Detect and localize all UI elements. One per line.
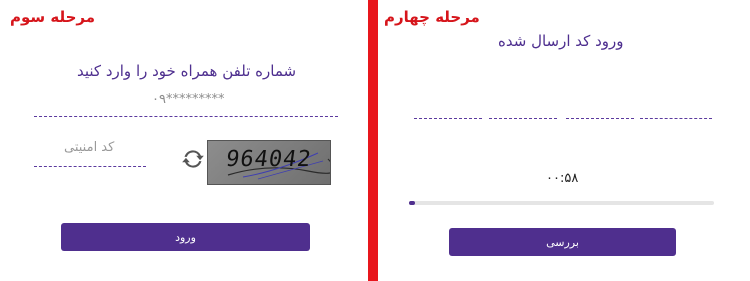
captcha-image: 964042	[207, 140, 331, 185]
code-field-1[interactable]	[414, 118, 482, 119]
countdown-timer: ۰۰:۵۸	[546, 171, 579, 186]
captcha-input[interactable]: کد امنیتی	[64, 140, 114, 155]
code-prompt: ورود کد ارسال شده	[498, 32, 624, 50]
phone-prompt: شماره تلفن همراه خود را وارد کنید	[77, 62, 297, 80]
login-button[interactable]: ورود	[61, 223, 310, 251]
code-field-4[interactable]	[640, 118, 712, 119]
panel-divider	[368, 0, 378, 281]
code-field-2[interactable]	[489, 118, 557, 119]
countdown-progress-fill	[409, 201, 416, 205]
step-three-panel: مرحله سوم شماره تلفن همراه خود را وارد ک…	[0, 0, 368, 281]
phone-input-underline	[34, 116, 338, 117]
step-title: مرحله سوم	[10, 8, 96, 26]
code-field-3[interactable]	[566, 118, 634, 119]
captcha-text: 964042	[224, 147, 314, 172]
refresh-icon[interactable]	[180, 146, 206, 172]
countdown-progress	[409, 201, 714, 205]
captcha-input-underline	[34, 166, 146, 167]
check-button[interactable]: بررسی	[449, 228, 676, 256]
step-title: مرحله چهارم	[384, 8, 480, 26]
phone-input[interactable]: ۰۹*********	[152, 92, 224, 107]
